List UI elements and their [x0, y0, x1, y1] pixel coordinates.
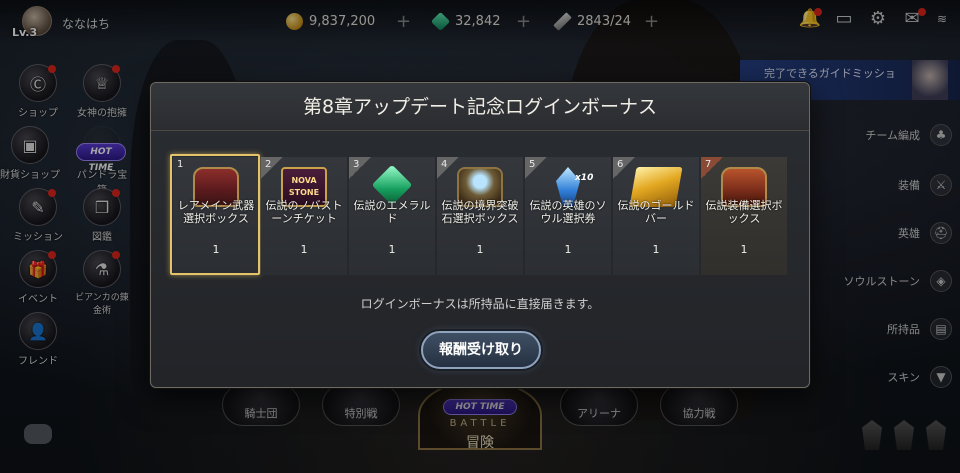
day-number: 3 [353, 159, 360, 170]
reward-day-5[interactable]: 5 x10 伝説の英雄のソウル選択券 1 [525, 157, 611, 275]
reward-name: 伝説装備選択ボックス [705, 199, 783, 225]
reward-name: 伝説の境界突破石選択ボックス [441, 199, 519, 225]
day-number: 2 [265, 159, 272, 170]
day-number: 7 [705, 159, 712, 170]
reward-day-4[interactable]: 4 伝説の境界突破石選択ボックス 1 [437, 157, 523, 275]
day-number: 4 [441, 159, 448, 170]
selected-highlight [170, 154, 260, 275]
reward-day-7[interactable]: 7 伝説装備選択ボックス 1 [701, 157, 787, 275]
reward-name: 伝説の英雄のソウル選択券 [529, 199, 607, 225]
claim-reward-button[interactable]: 報酬受け取り [421, 331, 541, 369]
reward-count: 1 [740, 243, 748, 256]
reward-name: 伝説のゴールドバー [617, 199, 695, 225]
day-number: 6 [617, 159, 624, 170]
dialog-title: 第8章アップデート記念ログインボーナス [151, 83, 809, 131]
reward-count: 1 [388, 243, 396, 256]
reward-count: 1 [476, 243, 484, 256]
reward-day-3[interactable]: 3 伝説のエメラルド 1 [349, 157, 435, 275]
reward-day-2[interactable]: 2 NOVA STONE 伝説のノバストーンチケット 1 [261, 157, 347, 275]
reward-name: 伝説のエメラルド [353, 199, 431, 225]
reward-count: 1 [300, 243, 308, 256]
reward-list: 1 レアメイン武器選択ボックス 1 2 NOVA STONE 伝説のノバストーン… [170, 154, 787, 275]
login-bonus-dialog: 第8章アップデート記念ログインボーナス 1 レアメイン武器選択ボックス 1 2 … [150, 82, 810, 388]
quantity-badge: x10 [575, 173, 594, 183]
reward-day-6[interactable]: 6 伝説のゴールドバー 1 [613, 157, 699, 275]
reward-count: 1 [652, 243, 660, 256]
reward-count: 1 [564, 243, 572, 256]
reward-day-1[interactable]: 1 レアメイン武器選択ボックス 1 [170, 154, 260, 275]
day-number: 1 [177, 159, 184, 170]
delivery-notice: ログインボーナスは所持品に直接届きます。 [360, 297, 600, 311]
reward-name: 伝説のノバストーンチケット [265, 199, 343, 225]
day-number: 5 [529, 159, 536, 170]
